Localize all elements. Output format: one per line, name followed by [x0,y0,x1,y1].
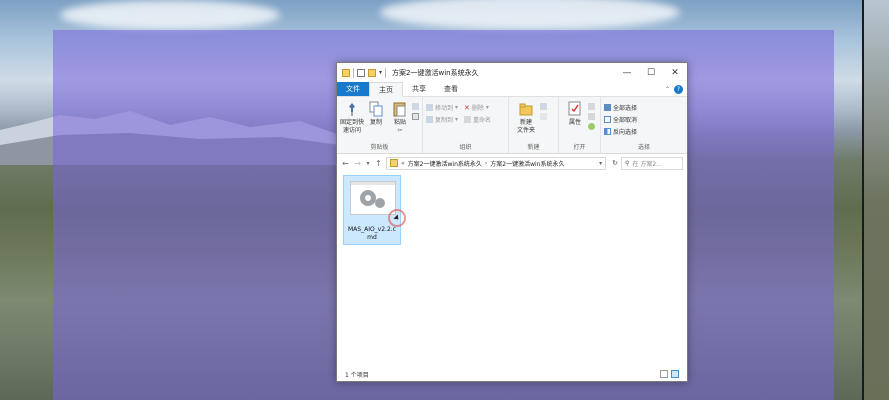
forward-arrow-icon[interactable]: → [353,159,362,168]
tab-view[interactable]: 查看 [435,82,467,96]
copy-path-icon[interactable] [412,103,419,110]
new-folder-label: 新建 文件夹 [516,119,535,134]
paste-shortcut-icon[interactable] [412,113,419,120]
rename-label: 重命名 [473,117,492,124]
new-item-icon[interactable] [540,103,547,110]
group-open: 属性 打开 [559,97,601,153]
help-icon[interactable]: ? [674,84,683,94]
new-folder-icon [519,101,533,117]
group-label: 组织 [459,144,472,151]
delete-icon: ✕ [464,103,470,112]
folder-icon [342,68,350,77]
invert-selection-label: 反向选择 [613,129,638,136]
customize-dropdown-icon[interactable]: ▾ [379,69,382,76]
address-bar-row: ← → ▾ ↑ « 方案2一键激活win系统永久 › 方案2一键激活win系统永… [337,154,687,173]
window-title: 方案2一键激活win系统永久 [392,68,479,77]
search-placeholder: 在 方案2... [632,160,662,168]
group-clipboard: 固定到快 速访问 复制 粘贴 ✂ 剪贴板 [337,97,423,153]
move-to-icon [426,104,433,111]
group-label: 选择 [637,144,650,151]
group-select: 全部选择 全部取消 反向选择 选择 [601,97,687,153]
folder-icon [390,159,398,167]
copy-label: 复制 [369,119,382,126]
file-list-area[interactable]: MAS_AIO_v2.2.c md [337,172,687,367]
properties-label: 属性 [568,119,581,126]
breadcrumb-item[interactable]: 方案2一键激活win系统永久 [490,159,564,168]
ribbon: 固定到快 速访问 复制 粘贴 ✂ 剪贴板 移动到 ▾ 复制到 ▾ ✕ 删除 ▾ … [337,97,687,154]
invert-selection-icon [604,128,611,135]
address-bar[interactable]: « 方案2一键激活win系统永久 › 方案2一键激活win系统永久 ▾ [386,156,607,170]
tab-share[interactable]: 共享 [403,82,435,96]
history-icon[interactable] [588,123,595,130]
select-none-icon [604,116,611,123]
status-bar: 1 个项目 [337,367,687,381]
search-input[interactable]: ⚲ 在 方案2... [621,156,683,170]
select-all-button[interactable]: 全部选择 [604,103,637,112]
tab-file[interactable]: 文件 [337,82,369,96]
properties-icon [568,101,582,117]
title-bar[interactable]: ▾ 方案2一键激活win系统永久 — ☐ ✕ [337,63,687,82]
collapse-ribbon-icon[interactable]: ⌃ [665,86,670,93]
maximize-button[interactable]: ☐ [639,63,663,82]
easy-access-icon[interactable] [540,113,547,120]
copy-icon [369,101,383,117]
delete-label: 删除 [471,105,484,112]
minimize-button[interactable]: — [615,63,639,82]
breadcrumb-chevron: « [401,159,405,167]
ribbon-tabs: 文件 主页 共享 查看 ⌃ ? [337,82,687,97]
delete-button[interactable]: ✕ 删除 ▾ [464,103,491,113]
select-none-button[interactable]: 全部取消 [604,115,637,124]
rename-icon [464,116,472,123]
select-all-label: 全部选择 [613,105,638,112]
copy-to-button[interactable]: 复制到 ▾ [426,115,458,124]
gear-hole [365,195,371,201]
group-new: 新建 文件夹 新建 [509,97,559,153]
group-label: 剪贴板 [370,144,389,151]
group-label: 新建 [527,144,540,151]
invert-selection-button[interactable]: 反向选择 [604,127,637,136]
refresh-icon[interactable]: ↻ [612,159,618,167]
paste-label: 粘贴 [393,119,406,126]
move-to-label: 移动到 [435,105,454,112]
rename-button[interactable]: 重命名 [464,115,491,124]
cut-icon[interactable]: ✂ [397,127,402,135]
back-arrow-icon[interactable]: ← [341,159,350,168]
move-to-button[interactable]: 移动到 ▾ [426,103,458,112]
tab-home[interactable]: 主页 [369,82,403,97]
large-icons-view-icon[interactable] [671,370,679,378]
details-view-icon[interactable] [660,370,668,378]
script-file-icon [350,181,396,215]
close-button[interactable]: ✕ [663,63,687,82]
pin-icon [345,101,359,117]
qa-separator [353,67,354,78]
right-background-strip [862,0,889,400]
edit-icon[interactable] [588,113,595,120]
breadcrumb-chevron: › [484,159,488,167]
open-icon[interactable] [588,103,595,110]
address-dropdown-icon[interactable]: ▾ [599,160,602,167]
pin-label: 固定到快 速访问 [340,119,365,134]
breadcrumb-item[interactable]: 方案2一键激活win系统永久 [408,159,482,168]
properties-icon[interactable] [357,68,365,77]
select-all-icon [604,104,611,111]
copy-to-icon [426,116,433,123]
divider-line [862,0,864,400]
cloud [60,0,280,30]
copy-to-label: 复制到 [435,117,454,124]
group-organize: 移动到 ▾ 复制到 ▾ ✕ 删除 ▾ 重命名 组织 [423,97,509,153]
thumb-bar [351,182,395,185]
search-icon: ⚲ [625,159,630,167]
new-folder-icon[interactable] [368,68,376,77]
recent-locations-icon[interactable]: ▾ [365,160,371,167]
qa-separator [385,67,387,78]
group-label: 打开 [573,144,586,151]
gear-icon [375,198,385,208]
file-explorer-window: ▾ 方案2一键激活win系统永久 — ☐ ✕ 文件 主页 共享 查看 ⌃ ? 固… [336,62,688,382]
quick-access-toolbar: ▾ [337,67,387,78]
paste-icon [393,101,407,117]
up-arrow-icon[interactable]: ↑ [374,159,383,168]
select-none-label: 全部取消 [613,117,638,124]
file-name: MAS_AIO_v2.2.c md [348,226,396,241]
item-count: 1 个项目 [345,371,369,379]
